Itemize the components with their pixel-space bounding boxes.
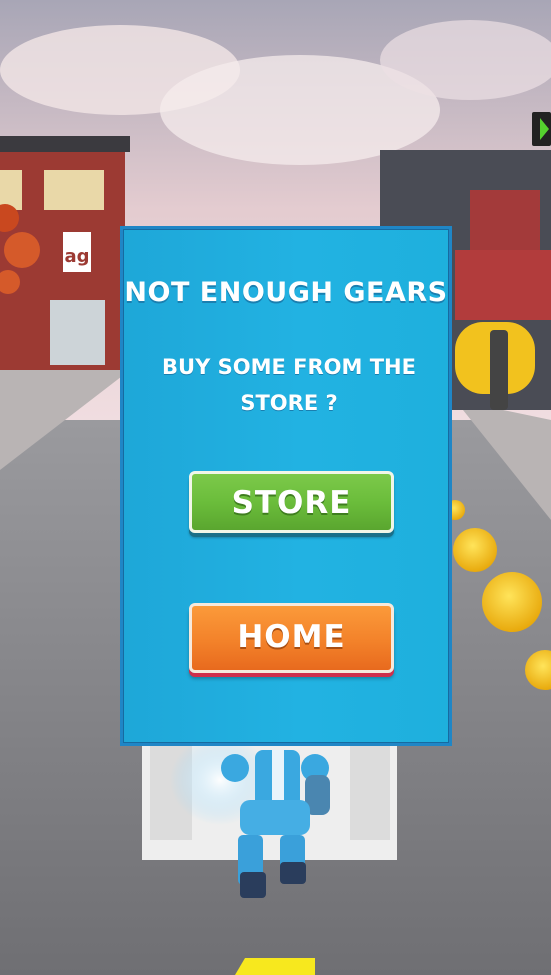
not-enough-gears-dialog: NOT ENOUGH GEARS BUY SOME FROM THE STORE… [120, 226, 452, 746]
building-window [470, 190, 540, 250]
building-roof [0, 136, 130, 152]
home-button[interactable]: HOME [189, 603, 394, 673]
coin-icon [453, 528, 497, 572]
coin-icon [482, 572, 542, 632]
building-door [50, 300, 105, 365]
balloon [4, 232, 40, 268]
building-window [44, 170, 104, 210]
dialog-title: NOT ENOUGH GEARS [124, 277, 448, 308]
dialog-message: BUY SOME FROM THE STORE ? [162, 355, 416, 415]
store-button[interactable]: STORE [189, 471, 394, 533]
svg-text:ag: ag [64, 246, 89, 267]
road-marker [235, 958, 315, 975]
building-window [0, 170, 22, 210]
building-window [455, 250, 551, 320]
